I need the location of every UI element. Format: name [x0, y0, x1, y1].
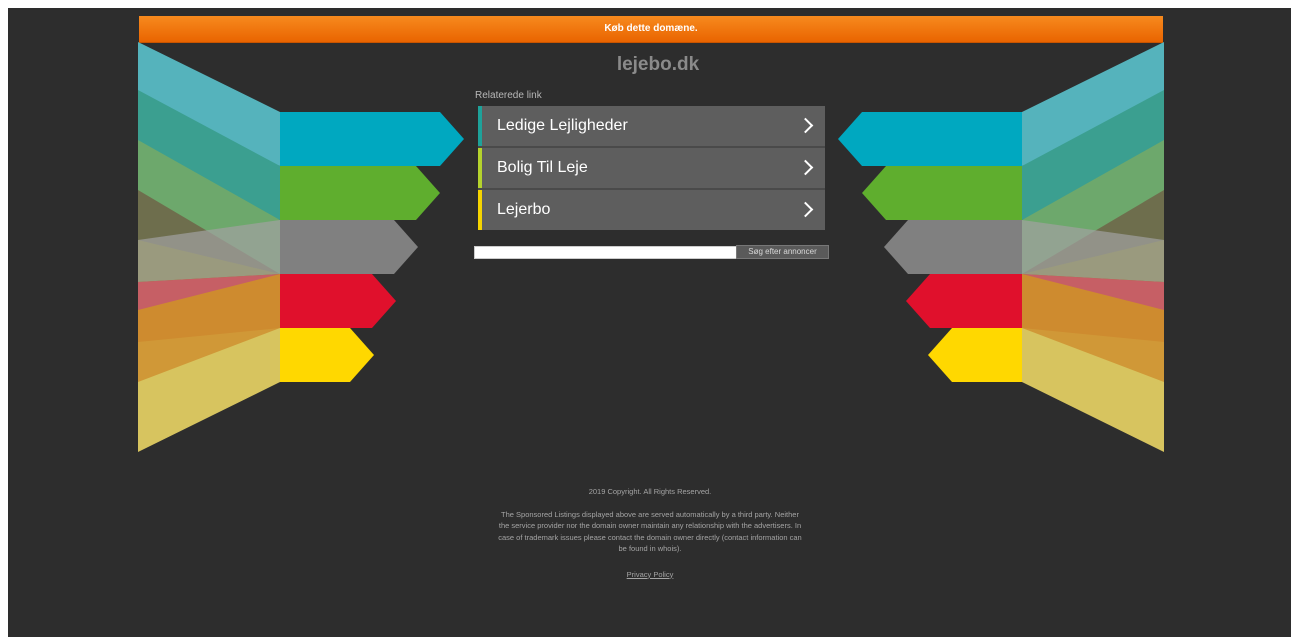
chevron-right-icon [797, 117, 814, 134]
left-fan [138, 42, 280, 452]
privacy-policy-link[interactable]: Privacy Policy [627, 570, 674, 579]
related-link-label: Lejerbo [497, 201, 551, 218]
left-arrow-yellow [280, 328, 374, 382]
search-button[interactable]: Søg efter annoncer [736, 245, 829, 259]
left-arrow-green [280, 166, 440, 220]
chevron-right-icon [797, 201, 814, 218]
related-links-list: Ledige Lejligheder Bolig Til Leje Lejerb… [478, 106, 825, 230]
left-arrow-red [280, 274, 396, 328]
domain-title: lejebo.dk [616, 54, 700, 75]
right-arrow-gray [884, 220, 1022, 274]
related-link-label: Bolig Til Leje [497, 159, 588, 176]
related-links-label: Relaterede link [475, 90, 542, 101]
copyright-text: 2019 Copyright. All Rights Reserved. [588, 487, 712, 496]
buy-domain-banner[interactable]: Køb dette domæne. [139, 16, 1163, 43]
chevron-right-icon [797, 159, 814, 176]
left-arrow-cyan [280, 112, 464, 166]
footer: 2019 Copyright. All Rights Reserved. The… [498, 486, 802, 580]
disclaimer-text: The Sponsored Listings displayed above a… [498, 509, 802, 554]
right-arrow-yellow [928, 328, 1022, 382]
related-link-bolig-til-leje[interactable]: Bolig Til Leje [478, 148, 825, 188]
right-fan [1022, 42, 1164, 452]
left-arrow-gray [280, 220, 418, 274]
related-link-ledige-lejligheder[interactable]: Ledige Lejligheder [478, 106, 825, 146]
related-link-label: Ledige Lejligheder [497, 117, 628, 134]
right-arrow-red [906, 274, 1022, 328]
search-input[interactable] [474, 246, 738, 259]
right-arrow-green [862, 166, 1022, 220]
right-arrow-cyan [838, 112, 1022, 166]
related-link-lejerbo[interactable]: Lejerbo [478, 190, 825, 230]
page-viewport: Køb dette domæne. lejebo.dk Relaterede l… [8, 8, 1291, 637]
